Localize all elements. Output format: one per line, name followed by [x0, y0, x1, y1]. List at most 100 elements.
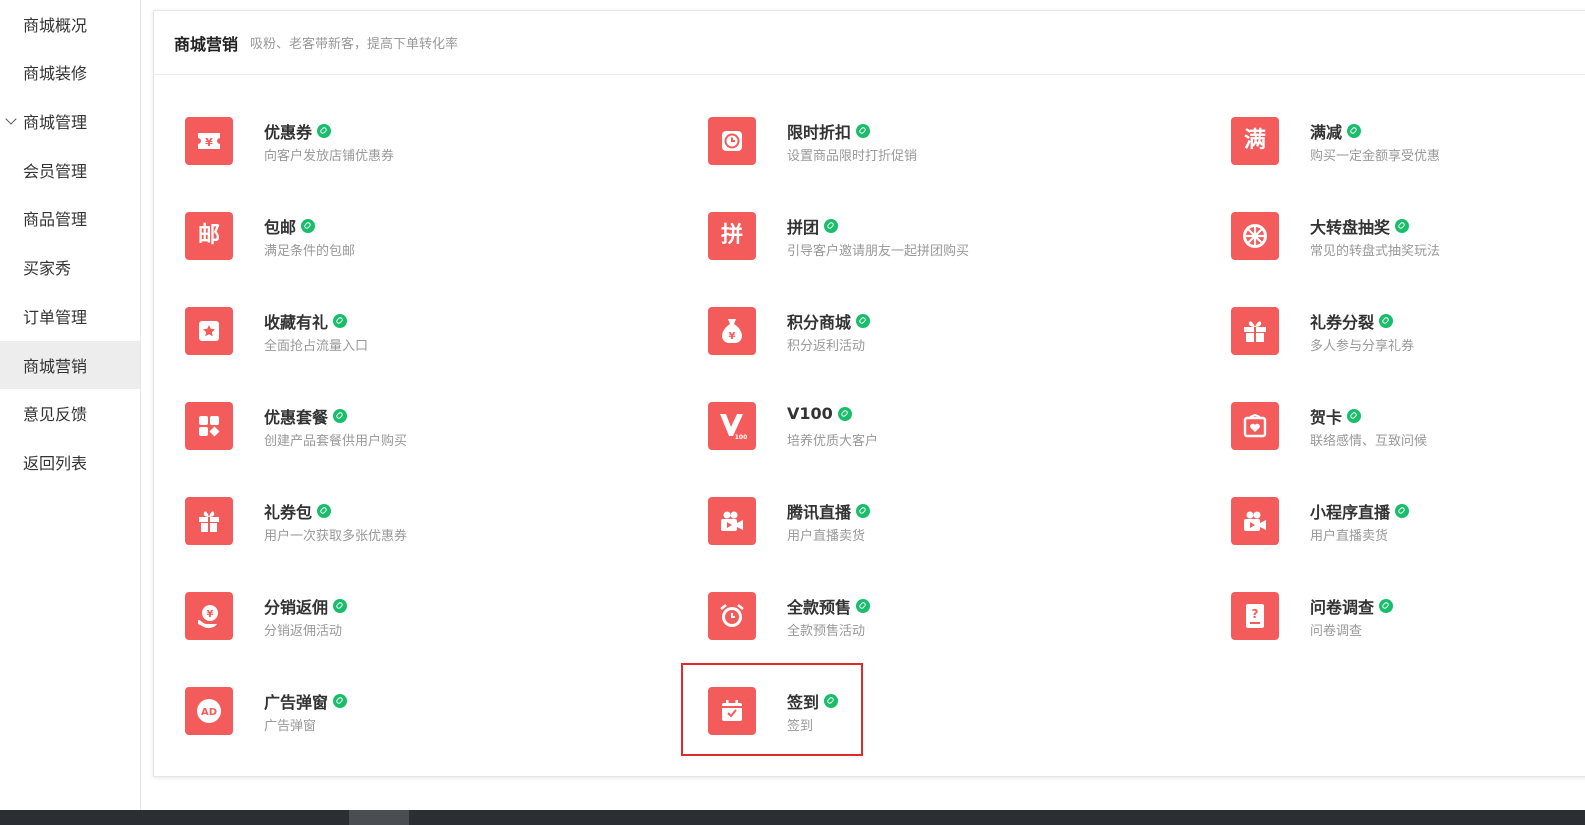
link-icon[interactable]: [317, 504, 332, 518]
link-icon[interactable]: [333, 599, 348, 613]
tile-name: 积分商城: [787, 313, 852, 332]
tile-group-buy[interactable]: 拼 拼团 引导客户邀请朋友一起拼团购买: [708, 212, 1128, 282]
tile-desc: 积分返利活动: [787, 339, 866, 354]
link-icon[interactable]: [824, 694, 839, 708]
tile-check-in[interactable]: 签到 签到: [708, 687, 1128, 757]
link-icon[interactable]: [333, 694, 348, 708]
sidebar-item-label: 商品管理: [23, 210, 88, 229]
tile-desc: 设置商品限时打折促销: [787, 149, 918, 164]
tile-coupon-split[interactable]: 礼券分裂 多人参与分享礼券: [1231, 307, 1585, 377]
tile-desc: 培养优质大客户: [787, 434, 879, 449]
link-icon[interactable]: [1395, 219, 1410, 233]
tile-desc: 联络感情、互致问候: [1310, 434, 1428, 449]
svg-text:?: ?: [1252, 607, 1259, 621]
text-glyph-icon: 拼: [708, 212, 756, 260]
sidebar-item-back-to-list[interactable]: 返回列表: [0, 438, 140, 486]
sidebar-item-label: 商城营销: [23, 357, 88, 376]
tile-tencent-live[interactable]: 腾讯直播 用户直播卖货: [708, 497, 1128, 567]
tile-name: 收藏有礼: [264, 313, 329, 332]
coin-hand-icon: ¥: [185, 592, 233, 640]
tile-lucky-wheel[interactable]: 大转盘抽奖 常见的转盘式抽奖玩法: [1231, 212, 1585, 282]
tile-name: 优惠券: [264, 123, 313, 142]
text-glyph-icon: 邮: [185, 212, 233, 260]
sidebar-item-label: 商城装修: [23, 64, 88, 83]
alarm-clock-icon: [708, 592, 756, 640]
tile-desc: 多人参与分享礼券: [1310, 339, 1415, 354]
horizontal-scrollbar[interactable]: [0, 810, 1585, 825]
link-icon[interactable]: [837, 406, 852, 421]
tile-distribution-commission[interactable]: ¥ 分销返佣 分销返佣活动: [185, 592, 605, 662]
tile-points-mall[interactable]: ¥ 积分商城 积分返利活动: [708, 307, 1128, 377]
tile-limited-discount[interactable]: 限时折扣 设置商品限时打折促销: [708, 117, 1128, 187]
sidebar-item-feedback[interactable]: 意见反馈: [0, 389, 140, 437]
sidebar-item-buyer-show[interactable]: 买家秀: [0, 243, 140, 291]
wheel-icon: [1231, 212, 1279, 260]
tile-miniprogram-live[interactable]: 小程序直播 用户直播卖货: [1231, 497, 1585, 567]
tile-name: 全款预售: [787, 598, 852, 617]
page-title: 商城营销: [174, 34, 239, 54]
tile-desc: 问卷调查: [1310, 624, 1363, 639]
tile-greeting-card[interactable]: 贺卡 联络感情、互致问候: [1231, 402, 1585, 472]
link-icon[interactable]: [824, 219, 839, 233]
tile-coupon-pack[interactable]: 礼券包 用户一次获取多张优惠券: [185, 497, 605, 567]
tile-desc: 常见的转盘式抽奖玩法: [1310, 244, 1441, 259]
star-icon: [185, 307, 233, 355]
gift-icon: [1231, 307, 1279, 355]
link-icon[interactable]: [856, 504, 871, 518]
tile-v100[interactable]: 100 V100 培养优质大客户: [708, 402, 1128, 472]
tile-name: 签到: [787, 693, 820, 712]
link-icon[interactable]: [333, 314, 348, 328]
v100-icon: 100: [708, 402, 756, 450]
tile-full-presale[interactable]: 全款预售 全款预售活动: [708, 592, 1128, 662]
link-icon[interactable]: [1379, 599, 1394, 613]
tile-name: 大转盘抽奖: [1310, 218, 1391, 237]
sidebar-item-label: 订单管理: [23, 308, 88, 327]
link-icon[interactable]: [1395, 504, 1410, 518]
sidebar-item-overview[interactable]: 商城概况: [0, 0, 140, 48]
tile-name: 拼团: [787, 218, 820, 237]
tile-questionnaire[interactable]: ? 问卷调查 问卷调查: [1231, 592, 1585, 662]
sidebar-item-decoration[interactable]: 商城装修: [0, 48, 140, 96]
sidebar-item-label: 返回列表: [23, 454, 88, 473]
tile-name: 礼券包: [264, 503, 313, 522]
sidebar-item-orders[interactable]: 订单管理: [0, 292, 140, 340]
money-bag-icon: ¥: [708, 307, 756, 355]
tile-name: 分销返佣: [264, 598, 329, 617]
tile-free-shipping[interactable]: 邮 包邮 满足条件的包邮: [185, 212, 605, 282]
svg-text:¥: ¥: [207, 609, 214, 620]
tile-name: 限时折扣: [787, 123, 852, 142]
tile-name: 小程序直播: [1310, 503, 1391, 522]
chevron-down-icon: [5, 113, 17, 125]
scrollbar-thumb[interactable]: [349, 810, 409, 825]
questionnaire-icon: ?: [1231, 592, 1279, 640]
link-icon[interactable]: [856, 314, 871, 328]
link-icon[interactable]: [301, 219, 316, 233]
sidebar-item-products[interactable]: 商品管理: [0, 194, 140, 242]
tile-desc: 向客户发放店铺优惠券: [264, 149, 395, 164]
sidebar-item-marketing[interactable]: 商城营销: [0, 341, 140, 389]
tile-name: 包邮: [264, 218, 297, 237]
svg-text:¥: ¥: [729, 331, 736, 342]
tile-desc: 用户直播卖货: [1310, 529, 1389, 544]
sidebar-item-mall-management[interactable]: 商城管理: [0, 97, 140, 145]
tile-coupon[interactable]: ¥ 优惠券 向客户发放店铺优惠券: [185, 117, 605, 187]
tile-desc: 引导客户邀请朋友一起拼团购买: [787, 244, 970, 259]
link-icon[interactable]: [317, 124, 332, 138]
tile-full-reduction[interactable]: 满 满减 购买一定金额享受优惠: [1231, 117, 1585, 187]
clock-icon: [708, 117, 756, 165]
link-icon[interactable]: [856, 124, 871, 138]
video-camera-icon: [1231, 497, 1279, 545]
link-icon[interactable]: [1347, 124, 1362, 138]
ticket-icon: ¥: [185, 117, 233, 165]
link-icon[interactable]: [1347, 409, 1362, 423]
link-icon[interactable]: [856, 599, 871, 613]
tile-favorite-gift[interactable]: 收藏有礼 全面抢占流量入口: [185, 307, 605, 377]
link-icon[interactable]: [1379, 314, 1394, 328]
sidebar-item-members[interactable]: 会员管理: [0, 146, 140, 194]
link-icon[interactable]: [333, 409, 348, 423]
tile-ad-popup[interactable]: AD 广告弹窗 广告弹窗: [185, 687, 605, 757]
tile-package-deal[interactable]: 优惠套餐 创建产品套餐供用户购买: [185, 402, 605, 472]
tile-desc: 用户一次获取多张优惠券: [264, 529, 408, 544]
tile-name: 腾讯直播: [787, 503, 852, 522]
tile-desc: 购买一定金额享受优惠: [1310, 149, 1441, 164]
